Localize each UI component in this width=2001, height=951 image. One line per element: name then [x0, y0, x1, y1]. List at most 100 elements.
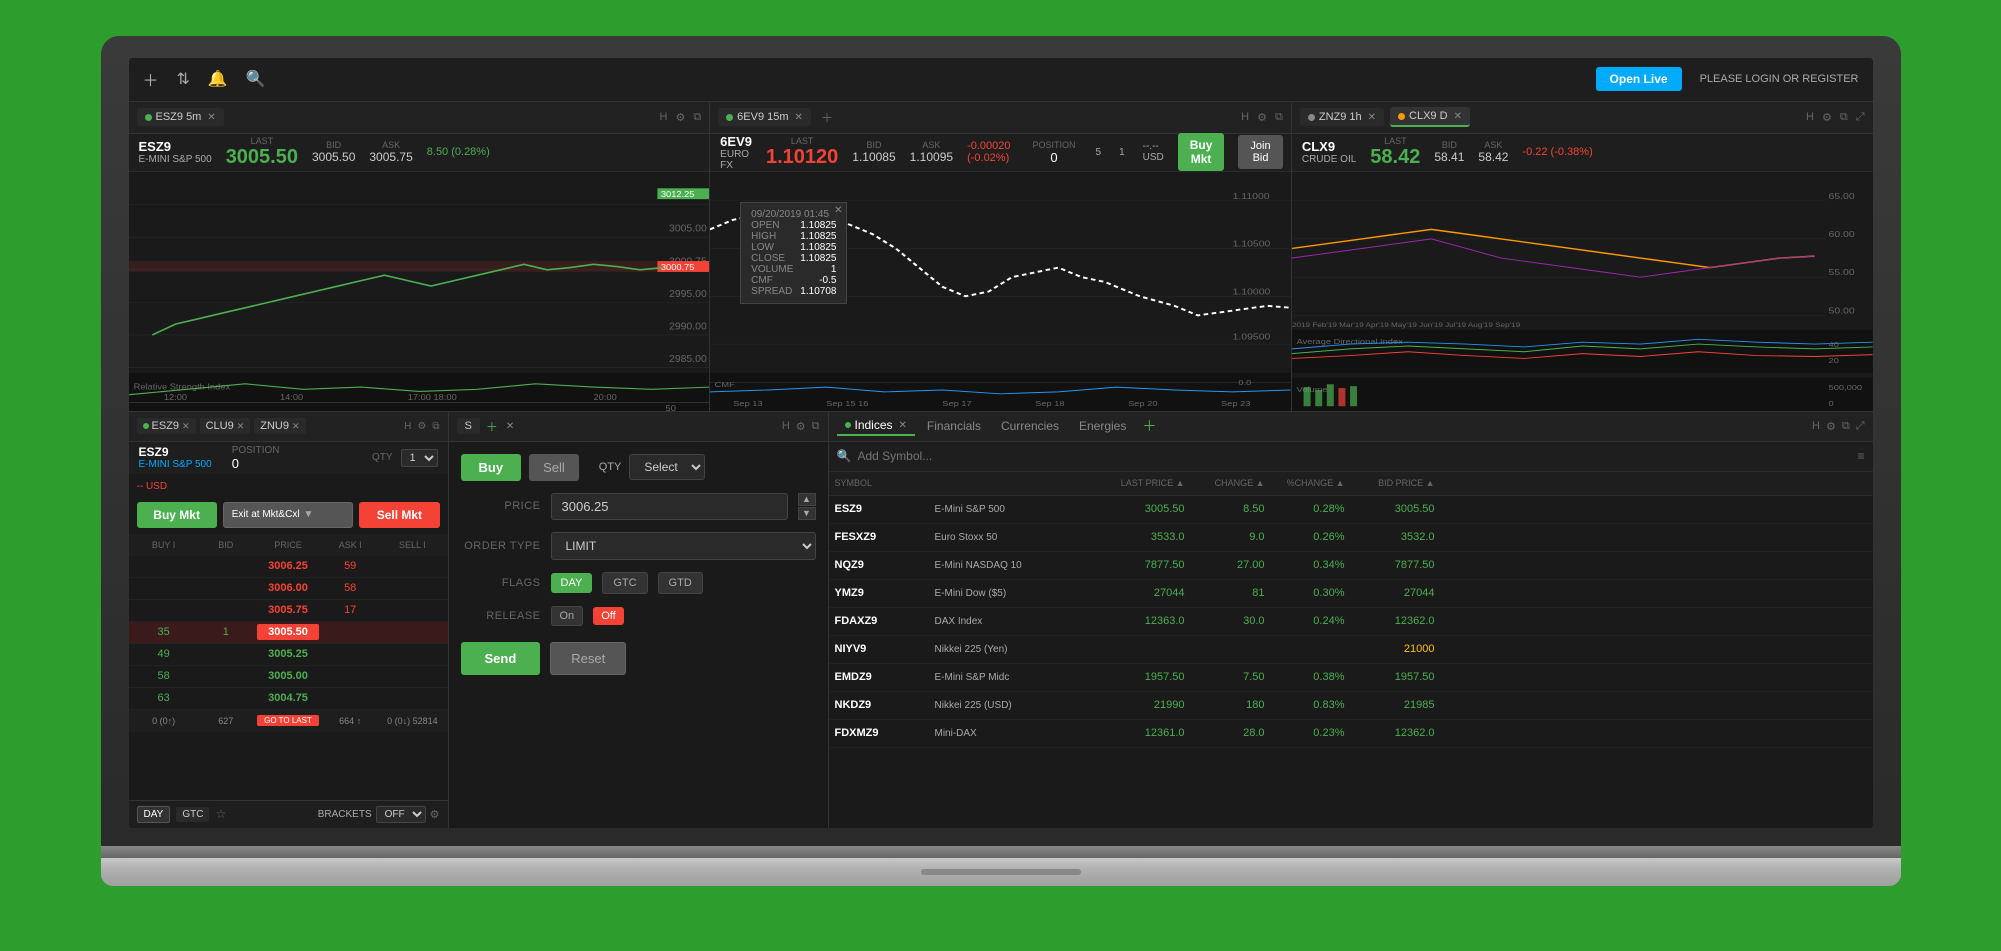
wl-row-0[interactable]: ESZ9 E-Mini S&P 500 3005.50 8.50 0.28% 3… [829, 496, 1873, 524]
otp-sell-button[interactable]: Sell [529, 454, 579, 481]
order-icon-h[interactable]: H [404, 421, 411, 432]
sort-icon[interactable]: ⇅ [177, 69, 190, 89]
obb-settings-icon[interactable]: ⚙ [430, 808, 440, 821]
6ev9-join-bid-button[interactable]: Join Bid [1238, 135, 1282, 169]
search-icon[interactable]: 🔍 [246, 69, 266, 89]
dom-go-to-last-button[interactable]: GO TO LAST [257, 715, 319, 726]
wl-search-icon: 🔍 [837, 449, 852, 463]
otp-price-up-button[interactable]: ▲ [798, 493, 816, 506]
add-icon[interactable]: ＋ [143, 67, 159, 91]
6ev9-tab-close[interactable]: ✕ [795, 112, 803, 123]
order-icon-settings[interactable]: ⚙ [417, 421, 426, 432]
otp-flag-gtd-button[interactable]: GTD [658, 572, 703, 594]
wl-icon-h[interactable]: H [1812, 420, 1820, 433]
indices-close-icon[interactable]: ✕ [899, 420, 907, 431]
chart-tab-znz9[interactable]: ZNZ9 1h ✕ [1300, 108, 1384, 126]
dom-row-4[interactable]: 49 3005.25 [129, 644, 448, 666]
esz9-tab-close[interactable]: ✕ [182, 421, 190, 432]
order-buy-mkt-button[interactable]: Buy Mkt [137, 502, 217, 528]
obb-star-icon[interactable]: ☆ [215, 807, 226, 821]
wl-row-4[interactable]: FDAXZ9 DAX Index 12363.0 30.0 0.24% 1236… [829, 608, 1873, 636]
dom-row-1[interactable]: 3006.25 59 [129, 556, 448, 578]
wl-row-8[interactable]: FDXMZ9 Mini-DAX 12361.0 28.0 0.23% 12362… [829, 720, 1873, 748]
wl-tab-indices[interactable]: Indices ✕ [837, 416, 915, 436]
otp-add-icon[interactable]: ＋ [486, 418, 498, 435]
wl-tab-energies[interactable]: Energies [1071, 417, 1134, 435]
chart-icon-settings2[interactable]: ⚙ [1257, 111, 1267, 124]
order-tab-clu9[interactable]: CLU9 ✕ [200, 418, 251, 434]
wl-icon-popout[interactable]: ⧉ [1842, 420, 1850, 433]
otp-flag-gtc-button[interactable]: GTC [602, 572, 647, 594]
otp-release-off-button[interactable]: Off [593, 607, 623, 625]
obb-day-tag[interactable]: DAY [137, 806, 171, 823]
order-exit-button[interactable]: Exit at Mkt&Cxl ▼ [223, 502, 354, 528]
chart-add-icon-2[interactable]: ＋ [821, 109, 833, 126]
order-icon-popout[interactable]: ⧉ [432, 421, 439, 432]
dom-row-5[interactable]: 58 3005.00 [129, 666, 448, 688]
znz9-tab-close[interactable]: ✕ [1368, 112, 1376, 123]
order-tab-esz9[interactable]: ESZ9 ✕ [137, 418, 196, 434]
wl-add-tab-icon[interactable]: ＋ [1142, 416, 1156, 436]
chart-icon-popout3[interactable]: ⧉ [1840, 111, 1848, 124]
wl-icon-settings[interactable]: ⚙ [1826, 420, 1836, 433]
clx9d-tab-close[interactable]: ✕ [1454, 111, 1462, 122]
dom-row-3[interactable]: 3005.75 17 [129, 600, 448, 622]
svg-text:14:00: 14:00 [279, 392, 302, 402]
chart-icon-settings3[interactable]: ⚙ [1822, 111, 1832, 124]
otp-icon-popout[interactable]: ⧉ [812, 420, 820, 433]
otp-buy-button[interactable]: Buy [461, 454, 522, 481]
chart-icon-popout[interactable]: ⧉ [693, 111, 701, 124]
otp-flag-day-button[interactable]: DAY [551, 573, 593, 593]
wl-cell-name-5: Nikkei 225 (Yen) [935, 644, 1095, 655]
otp-price-down-button[interactable]: ▼ [798, 507, 816, 520]
otp-send-button[interactable]: Send [461, 642, 541, 675]
chart-icon-h3[interactable]: H [1806, 111, 1814, 124]
esz9-tab-close[interactable]: ✕ [207, 112, 215, 123]
otp-release-on-button[interactable]: On [551, 606, 584, 626]
chart-tab-esz9[interactable]: ESZ9 5m ✕ [137, 108, 224, 126]
otp-reset-button[interactable]: Reset [550, 642, 626, 675]
chart-tab-6ev9[interactable]: 6EV9 15m ✕ [718, 108, 811, 126]
exit-dropdown-arrow[interactable]: ▼ [304, 509, 314, 520]
otp-price-input[interactable] [551, 493, 788, 520]
dom-row-highlight[interactable]: 35 1 3005.50 [129, 622, 448, 644]
dom-buy-5: 58 [133, 670, 195, 682]
wl-cell-change-4: 30.0 [1185, 615, 1265, 627]
wl-tab-currencies[interactable]: Currencies [993, 417, 1067, 435]
wl-tab-financials[interactable]: Financials [919, 417, 989, 435]
wl-search-input[interactable] [857, 449, 1851, 463]
wl-row-5[interactable]: NIYV9 Nikkei 225 (Yen) 21000 [829, 636, 1873, 664]
6ev9-buy-mkt-button[interactable]: Buy Mkt [1178, 133, 1225, 171]
wl-row-3[interactable]: YMZ9 E-Mini Dow ($5) 27044 81 0.30% 2704… [829, 580, 1873, 608]
otp-close-icon[interactable]: ✕ [506, 421, 514, 432]
dom-row-2[interactable]: 3006.00 58 [129, 578, 448, 600]
wl-view-icon[interactable]: ≡ [1857, 449, 1864, 463]
dom-row-6[interactable]: 63 3004.75 [129, 688, 448, 710]
otp-s-tab[interactable]: S [457, 418, 480, 434]
otp-icon-h[interactable]: H [782, 420, 790, 433]
clu9-tab-close[interactable]: ✕ [237, 421, 245, 432]
znu9-tab-close[interactable]: ✕ [292, 421, 300, 432]
open-live-button[interactable]: Open Live [1596, 67, 1682, 91]
wl-row-6[interactable]: EMDZ9 E-Mini S&P Midc 1957.50 7.50 0.38%… [829, 664, 1873, 692]
otp-icon-settings[interactable]: ⚙ [796, 420, 806, 433]
order-tab-znu9[interactable]: ZNU9 ✕ [254, 418, 305, 434]
otp-qty-select[interactable]: Select 1 5 [629, 454, 705, 480]
otp-order-type-select[interactable]: LIMIT MARKET STOP [551, 532, 816, 560]
order-sell-mkt-button[interactable]: Sell Mkt [359, 502, 439, 528]
chart-tab-clx9d[interactable]: CLX9 D ✕ [1390, 107, 1470, 127]
obb-gtc-tag[interactable]: GTC [176, 807, 209, 822]
obb-brackets-select[interactable]: OFF ON [376, 806, 426, 823]
chart-icon-h2[interactable]: H [1241, 111, 1249, 124]
chart-icon-settings[interactable]: ⚙ [675, 111, 685, 124]
wl-icon-fullscreen[interactable]: ⤢ [1856, 420, 1865, 433]
wl-row-1[interactable]: FESXZ9 Euro Stoxx 50 3533.0 9.0 0.26% 35… [829, 524, 1873, 552]
chart-icon-popout2[interactable]: ⧉ [1275, 111, 1283, 124]
order-qty-select[interactable]: 1 2 5 [401, 449, 438, 467]
chart-icon-fullscreen3[interactable]: ⤢ [1856, 111, 1865, 124]
chart-icon-h[interactable]: H [659, 111, 667, 124]
wl-row-2[interactable]: NQZ9 E-Mini NASDAQ 10 7877.50 27.00 0.34… [829, 552, 1873, 580]
bell-icon[interactable]: 🔔 [208, 69, 228, 89]
wl-row-7[interactable]: NKDZ9 Nikkei 225 (USD) 21990 180 0.83% 2… [829, 692, 1873, 720]
tooltip-close-icon[interactable]: ✕ [834, 205, 842, 216]
